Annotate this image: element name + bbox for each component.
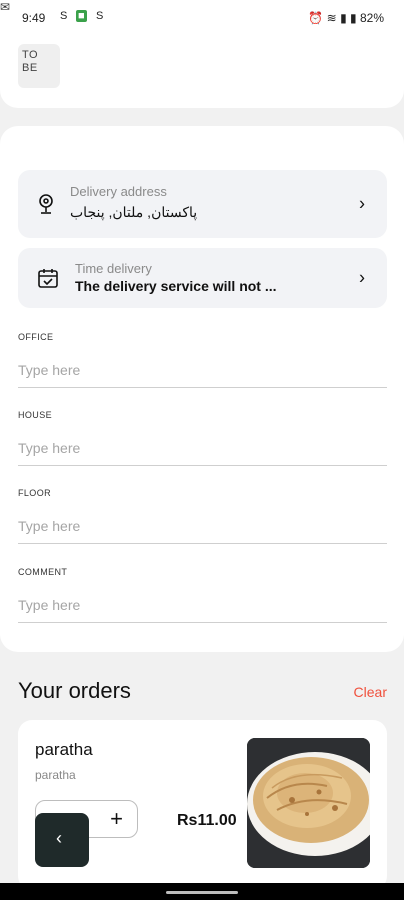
calendar-check-icon [38,269,58,288]
delivery-address-row[interactable]: Delivery address پاکستان, ملتان, پنجاب › [18,170,387,238]
location-pin-icon [39,194,53,214]
wifi-icon: ≋ [326,11,337,25]
status-right-icons: ⏰ ≋ ▮ ▮ 82% [308,11,384,25]
comment-field: COMMENT [18,567,387,645]
office-underline [18,387,387,388]
paratha-image [247,738,370,868]
comment-underline [18,622,387,623]
house-input[interactable] [18,432,387,464]
back-button[interactable]: ‹ [35,813,89,867]
store-logo: TO BE [18,44,60,88]
order-item-price: Rs11.00 [177,812,237,829]
battery-icon: ▮ [350,11,357,25]
delivery-form-card: Delivery address پاکستان, ملتان, پنجاب ›… [0,126,404,652]
battery-level: 82% [359,11,384,25]
status-time: 9:49 [22,11,46,25]
floor-field: FLOOR [18,488,387,566]
delivery-address-value: پاکستان, ملتان, پنجاب [70,204,198,220]
comment-label: COMMENT [18,567,68,577]
office-field: OFFICE [18,332,387,410]
house-field: HOUSE [18,410,387,488]
floor-label: FLOOR [18,488,52,498]
chevron-right-icon: › [359,267,365,288]
logo-line-2: BE [22,62,38,74]
floor-input[interactable] [18,510,387,542]
plus-icon[interactable]: + [110,806,123,832]
order-item-subtitle: paratha [35,768,76,782]
time-delivery-row[interactable]: Time delivery The delivery service will … [18,248,387,308]
home-gesture-handle[interactable] [166,891,238,894]
status-app-icon: S [60,10,68,22]
office-input[interactable] [18,354,387,386]
house-label: HOUSE [18,410,53,420]
delivery-address-label: Delivery address [70,184,167,199]
order-item-name: paratha [35,740,93,759]
order-item-image [247,738,370,868]
time-delivery-value: The delivery service will not ... [75,278,277,294]
header-card: TO BE [0,34,404,108]
clear-button[interactable]: Clear [354,684,387,700]
status-app-icon-2: S [96,10,104,22]
floor-underline [18,543,387,544]
signal-icon: ▮ [340,11,347,25]
office-label: OFFICE [18,332,54,342]
time-delivery-label: Time delivery [75,261,152,276]
house-underline [18,465,387,466]
notification-icon: ✉ [0,0,11,14]
chevron-left-icon: ‹ [56,828,62,848]
chevron-right-icon: › [359,193,365,214]
status-bar: ✉ 9:49 S ■ S ⏰ ≋ ▮ ▮ 82% [0,0,404,34]
comment-input[interactable] [18,589,387,621]
logo-line-1: TO [22,49,39,61]
orders-title: Your orders [18,678,131,703]
system-nav-bar [0,883,404,900]
status-app-icon-green: ■ [76,10,87,22]
alarm-icon: ⏰ [308,11,324,25]
